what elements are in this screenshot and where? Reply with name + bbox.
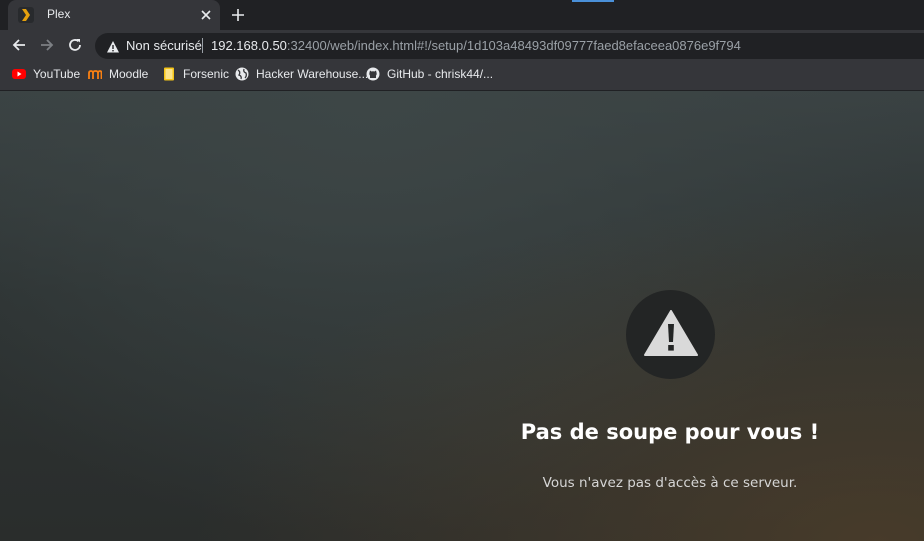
plex-chevron-icon — [18, 7, 34, 23]
bookmark-label: Moodle — [109, 67, 149, 81]
url-text[interactable]: 192.168.0.50:32400/web/index.html#!/setu… — [211, 38, 741, 53]
tab-title: Plex — [47, 7, 71, 21]
bookmark-youtube[interactable]: YouTube — [12, 65, 80, 83]
bookmark-moodle[interactable]: Moodle — [88, 65, 148, 83]
moodle-icon — [88, 67, 102, 81]
bookmark-label: YouTube — [33, 67, 81, 81]
folder-icon — [162, 67, 176, 81]
reload-button[interactable] — [65, 36, 85, 56]
bookmark-label: Hacker Warehouse... — [256, 67, 369, 81]
youtube-icon — [12, 67, 26, 81]
back-button[interactable] — [9, 36, 29, 56]
omnibox-separator — [202, 38, 203, 53]
new-tab-button[interactable] — [228, 5, 248, 25]
forward-button[interactable] — [37, 36, 57, 56]
tab-strip-accent — [572, 0, 614, 2]
error-message: Vous n'avez pas d'accès à ce serveur. — [542, 475, 798, 491]
bookmark-forsenic[interactable]: Forsenic — [162, 65, 229, 83]
reload-icon — [68, 37, 82, 56]
tab-plex[interactable]: Plex — [8, 0, 220, 30]
close-icon[interactable] — [198, 7, 214, 23]
security-status[interactable]: Non sécurisé — [126, 38, 202, 53]
warning-icon — [643, 309, 698, 360]
back-arrow-icon — [12, 37, 26, 56]
globe-icon — [235, 67, 249, 81]
bookmark-label: GitHub - chrisk44/... — [387, 67, 494, 81]
url-path: :32400/web/index.html#!/setup/1d103a4849… — [286, 38, 741, 53]
forward-arrow-icon — [40, 37, 54, 56]
bookmark-hacker-warehouse[interactable]: Hacker Warehouse... — [235, 65, 368, 83]
github-icon — [366, 67, 380, 81]
page-title: Pas de soupe pour vous ! — [520, 420, 820, 444]
url-host: 192.168.0.50 — [211, 38, 287, 53]
bookmark-github[interactable]: GitHub - chrisk44/... — [366, 65, 493, 83]
warning-icon[interactable] — [106, 39, 120, 53]
bookmark-label: Forsenic — [183, 67, 230, 81]
warning-badge — [626, 290, 715, 379]
page-content — [0, 91, 924, 541]
